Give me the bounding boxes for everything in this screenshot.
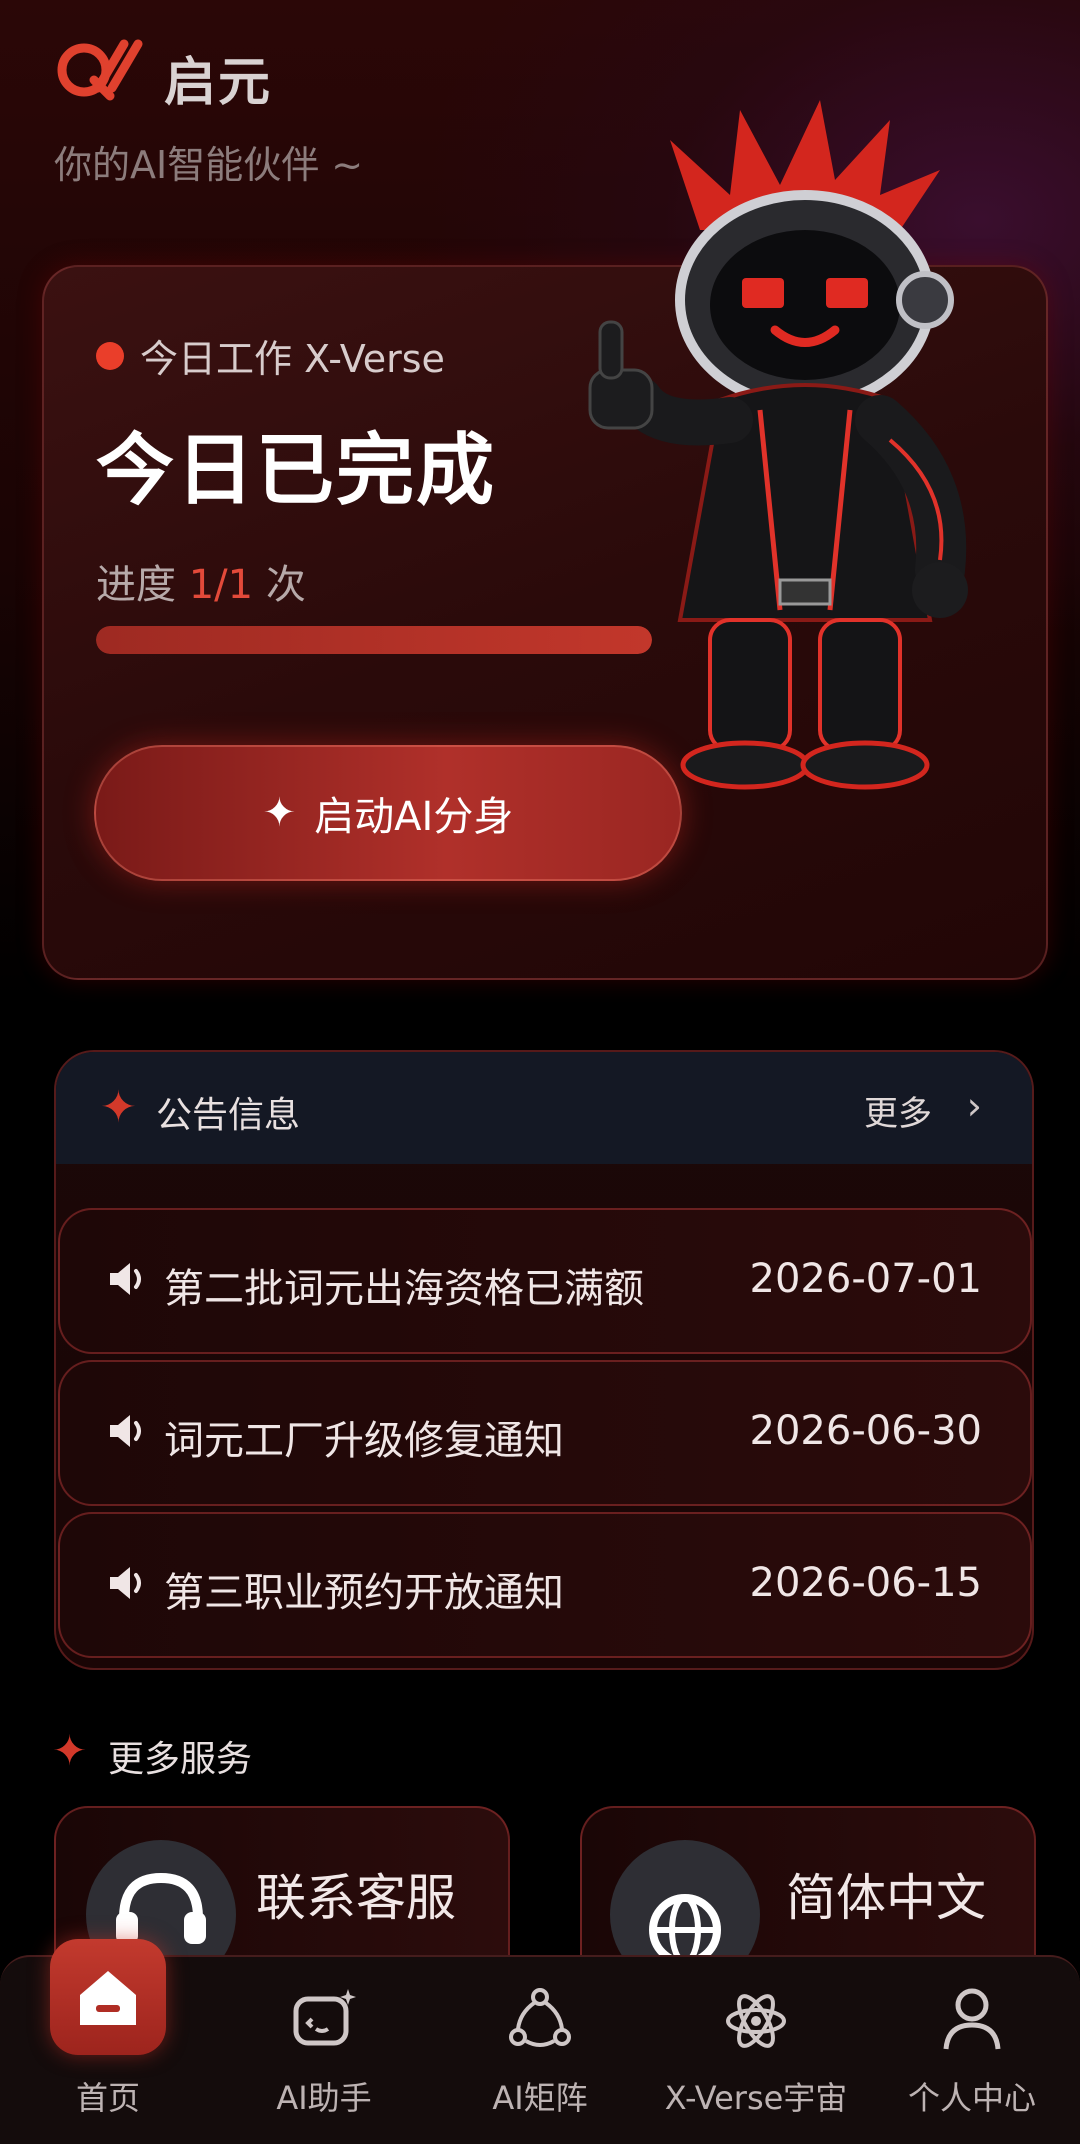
launch-ai-avatar-label: 启动AI分身 (314, 794, 514, 840)
tab-ai-matrix[interactable]: AI矩阵 (432, 1955, 648, 2144)
language-card[interactable]: 简体中文 (580, 1806, 1036, 1956)
user-icon (943, 1988, 1001, 2050)
announcement-more-link[interactable]: 更多 (864, 1086, 932, 1135)
services-title: 更多服务 (108, 1739, 253, 1780)
progress-text: 进度 1/1 次 (96, 552, 306, 610)
status-dot-icon (96, 341, 124, 370)
announcement-text: 词元工厂升级修复通知 (164, 1418, 564, 1464)
robot-mascot-illustration (588, 100, 968, 790)
progress-bar-fill (96, 626, 652, 654)
tab-ai-assistant[interactable]: AI助手 (216, 1955, 432, 2144)
tab-home[interactable]: 首页 (0, 1939, 216, 2144)
contact-support-label: 联系客服 (256, 1869, 456, 1927)
atom-icon (726, 1994, 786, 2048)
app-logo-icon (57, 39, 143, 101)
tab-profile[interactable]: 个人中心 (864, 1955, 1080, 2144)
announcement-date: 2026-07-01 (749, 1256, 982, 1302)
ai-assistant-icon (293, 1989, 356, 2046)
network-icon (509, 1988, 571, 2047)
chevron-right-icon[interactable]: › (967, 1084, 982, 1128)
announcement-text: 第三职业预约开放通知 (164, 1570, 564, 1616)
contact-support-card[interactable]: 联系客服 (54, 1806, 510, 1956)
announcement-item[interactable]: 第二批词元出海资格已满额 2026-07-01 (58, 1208, 1032, 1354)
announcement-date: 2026-06-30 (749, 1408, 982, 1454)
tab-ai-matrix-label: AI矩阵 (492, 2079, 588, 2117)
app-slogan: 你的AI智能伙伴 ~ (54, 143, 364, 187)
sparkle-icon: ✦ (100, 1082, 137, 1133)
announcement-header: ✦ 公告信息 更多 › (56, 1052, 1032, 1164)
tab-ai-assistant-label: AI助手 (276, 2079, 372, 2117)
tab-home-label: 首页 (75, 2079, 140, 2117)
sparkle-icon: ✦ (52, 1726, 88, 1775)
progress-suffix: 次 (265, 562, 306, 608)
announcement-date: 2026-06-15 (749, 1560, 982, 1606)
tab-xverse-universe-label: X-Verse宇宙 (664, 2079, 848, 2117)
sparkle-icon: ✦ (262, 790, 297, 836)
announcement-text: 第二批词元出海资格已满额 (164, 1266, 644, 1312)
progress-prefix: 进度 (96, 562, 176, 608)
progress-value: 1/1 (188, 562, 254, 608)
daily-task-tag-text: 今日工作 X-Verse (140, 337, 445, 381)
language-label: 简体中文 (786, 1869, 986, 1927)
daily-task-tag: 今日工作 X-Verse (96, 328, 445, 383)
daily-task-title: 今日已完成 (96, 426, 497, 516)
globe-icon (610, 1840, 760, 1956)
speaker-icon (110, 1263, 141, 1295)
speaker-icon (110, 1567, 141, 1599)
progress-bar (96, 626, 652, 654)
app-name: 启元 (164, 53, 273, 113)
speaker-icon (110, 1415, 141, 1447)
tab-xverse-universe[interactable]: X-Verse宇宙 (648, 1955, 864, 2144)
announcement-item[interactable]: 词元工厂升级修复通知 2026-06-30 (58, 1360, 1032, 1506)
tab-profile-label: 个人中心 (907, 2079, 1036, 2117)
announcement-title: 公告信息 (156, 1095, 301, 1136)
announcement-item[interactable]: 第三职业预约开放通知 2026-06-15 (58, 1512, 1032, 1658)
home-icon (50, 1939, 166, 2055)
